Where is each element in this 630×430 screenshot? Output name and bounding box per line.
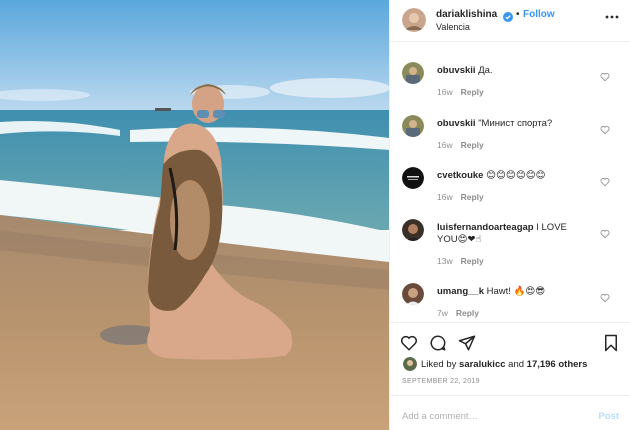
comment-body: "Минист спорта? xyxy=(478,118,553,129)
bookmark-icon[interactable] xyxy=(602,334,620,352)
comment-age: 16w xyxy=(437,87,453,97)
paper-plane-icon[interactable] xyxy=(458,334,476,352)
likes-prefix: Liked by xyxy=(421,359,457,370)
post-date: SEPTEMBER 22, 2019 xyxy=(402,378,480,385)
post-photo[interactable] xyxy=(0,0,389,430)
heart-icon[interactable] xyxy=(600,290,610,303)
follow-separator: • xyxy=(516,9,520,20)
comment-age: 16w xyxy=(437,192,453,202)
author-username[interactable]: dariaklishina xyxy=(436,9,497,20)
heart-icon[interactable] xyxy=(600,174,610,187)
comment-text: obuvskii "Минист спорта? xyxy=(437,118,587,130)
follow-button[interactable]: Follow xyxy=(523,9,555,20)
reply-button[interactable]: Reply xyxy=(461,140,484,150)
post-side-panel: dariaklishina • Follow Valencia obuvskii… xyxy=(389,0,630,430)
comment-username[interactable]: cvetkouke xyxy=(437,170,483,181)
more-options-icon[interactable] xyxy=(605,10,619,24)
commenter-avatar[interactable] xyxy=(402,219,424,241)
comment-age: 13w xyxy=(437,256,453,266)
comment-meta: 16w Reply xyxy=(437,192,484,202)
likes-count[interactable]: 17,196 others xyxy=(527,359,588,370)
reply-button[interactable]: Reply xyxy=(461,87,484,97)
heart-icon[interactable] xyxy=(600,122,610,135)
comment-text: umang__k Hawt! 🔥😍😎 xyxy=(437,286,587,298)
comment-username[interactable]: obuvskii xyxy=(437,118,476,129)
beach-photo-illustration xyxy=(0,0,389,430)
heart-icon[interactable] xyxy=(600,69,610,82)
post-header: dariaklishina • Follow Valencia xyxy=(390,0,630,42)
liker-avatar[interactable] xyxy=(403,357,417,371)
post-comment-button[interactable]: Post xyxy=(598,411,619,422)
likes-joiner: and xyxy=(508,359,525,370)
comment-meta: 16w Reply xyxy=(437,140,484,150)
comment-username[interactable]: obuvskii xyxy=(437,65,476,76)
comments-list[interactable]: obuvskii Да. 16w Reply obuvskii "Минист с… xyxy=(390,42,630,320)
heart-icon[interactable] xyxy=(400,334,418,352)
comment-username[interactable]: luisfernandoarteagap xyxy=(437,222,534,233)
comment-text: luisfernandoarteagap I LOVE YOU😍❤☝ xyxy=(437,222,587,246)
comment-body: Hawt! 🔥😍😎 xyxy=(486,286,546,297)
comment-username[interactable]: umang__k xyxy=(437,286,484,297)
heart-icon[interactable] xyxy=(600,226,610,239)
comment-bubble-icon[interactable] xyxy=(429,334,447,352)
comment-body: 😊😊😊😊😊😊 xyxy=(486,170,546,181)
likes-summary: Liked by saralukicc and 17,196 others xyxy=(421,359,587,370)
comment-composer: Add a comment… Post xyxy=(390,395,630,430)
commenter-avatar[interactable] xyxy=(402,62,424,84)
verified-badge-icon xyxy=(503,9,513,22)
comment-meta: 13w Reply xyxy=(437,256,484,266)
reply-button[interactable]: Reply xyxy=(461,192,484,202)
comment-text: obuvskii Да. xyxy=(437,65,587,77)
comment-meta: 16w Reply xyxy=(437,87,484,97)
commenter-avatar[interactable] xyxy=(402,283,424,305)
comment-input[interactable]: Add a comment… xyxy=(402,411,478,422)
commenter-avatar[interactable] xyxy=(402,115,424,137)
reply-button[interactable]: Reply xyxy=(456,308,479,318)
post-actions: Liked by saralukicc and 17,196 others SE… xyxy=(390,322,630,430)
comment-age: 16w xyxy=(437,140,453,150)
liker-username[interactable]: saralukicc xyxy=(459,359,505,370)
comment-body: Да. xyxy=(478,65,493,76)
post-location[interactable]: Valencia xyxy=(436,22,470,32)
comment-age: 7w xyxy=(437,308,448,318)
comment-text: cvetkouke 😊😊😊😊😊😊 xyxy=(437,170,587,182)
reply-button[interactable]: Reply xyxy=(461,256,484,266)
comment-meta: 7w Reply xyxy=(437,308,479,318)
author-avatar[interactable] xyxy=(402,8,426,32)
commenter-avatar[interactable] xyxy=(402,167,424,189)
